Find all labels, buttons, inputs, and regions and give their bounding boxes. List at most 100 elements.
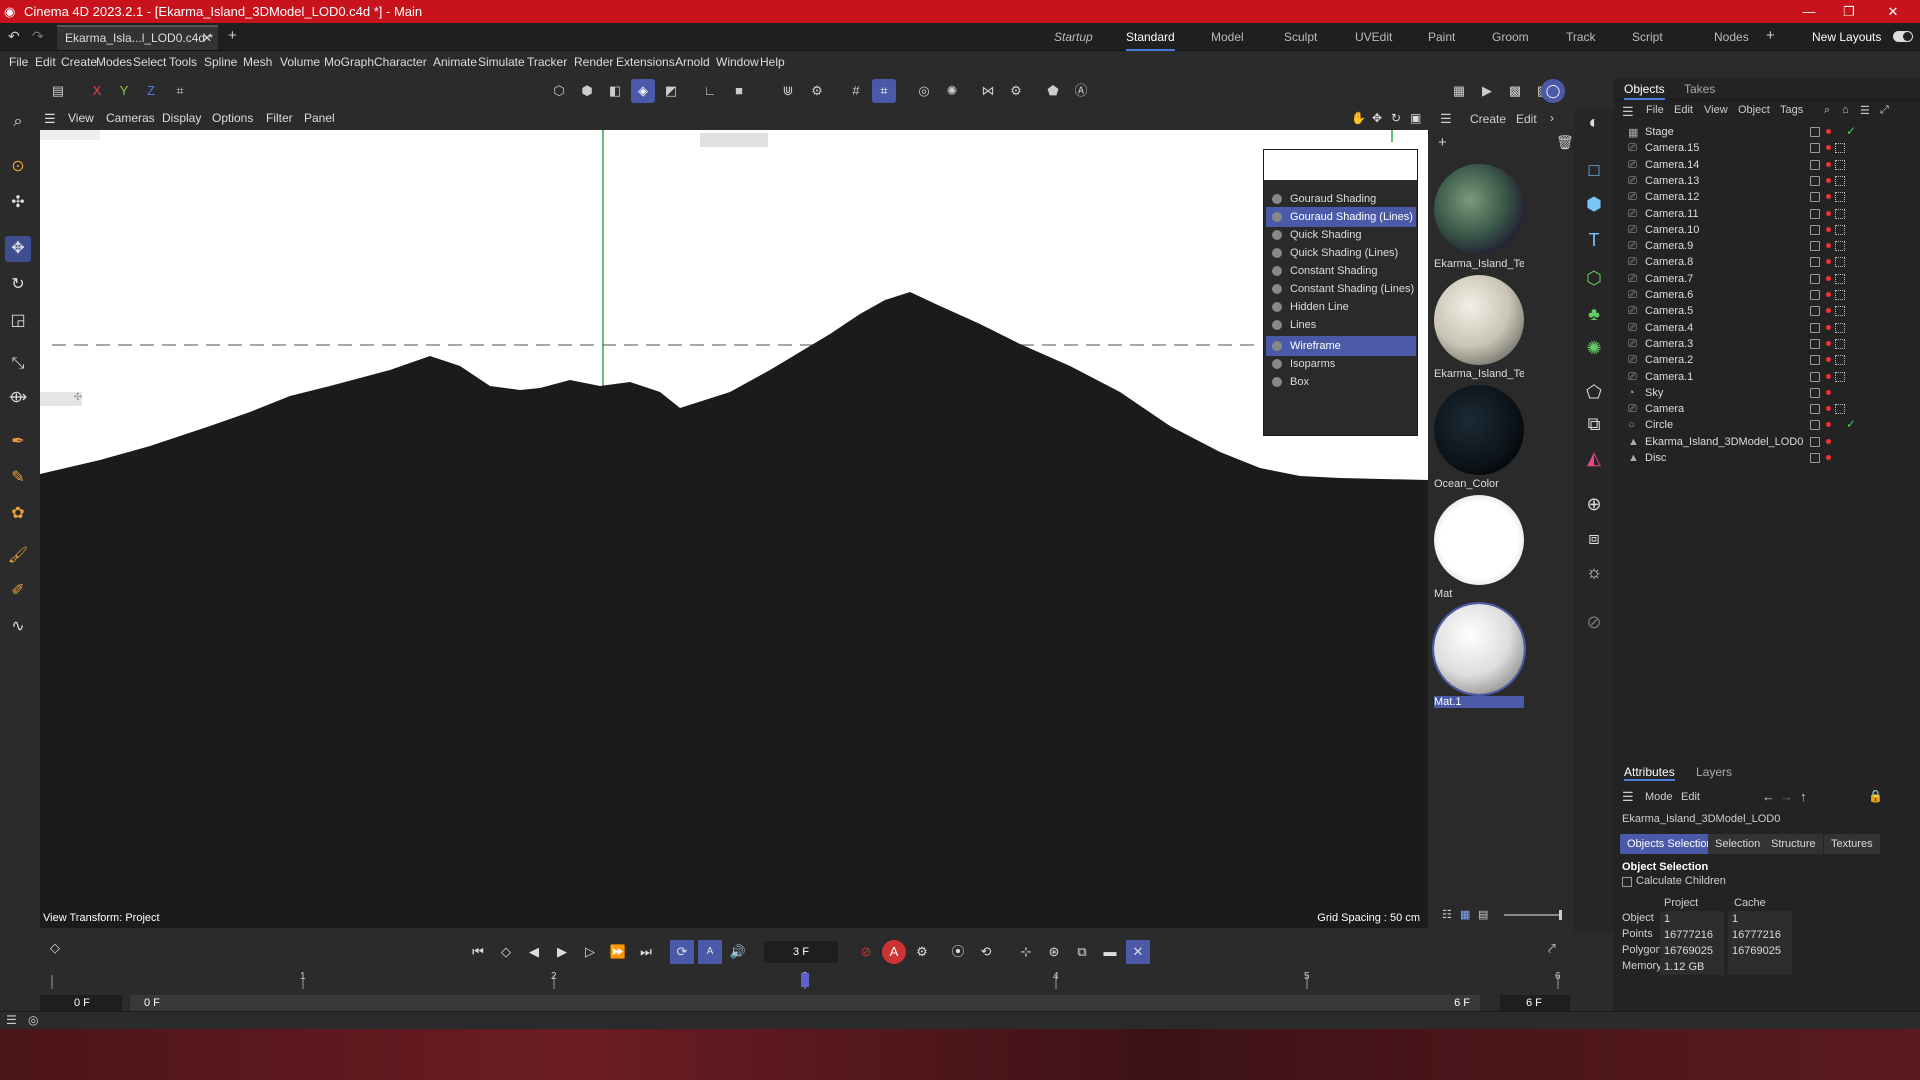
shading-option-quick-shading-lines[interactable]: Quick Shading (Lines) xyxy=(1266,243,1416,263)
axis-z-toggle[interactable]: Z xyxy=(139,79,163,103)
camera-tag-icon[interactable] xyxy=(1835,290,1845,300)
timeline-settings-icon[interactable]: ▬ xyxy=(1098,940,1122,964)
menu-arnold[interactable]: Arnold xyxy=(675,55,710,69)
undo-icon[interactable]: ↶ xyxy=(8,28,20,45)
layout-tab-model[interactable]: Model xyxy=(1211,23,1244,51)
visibility-dot-icon[interactable] xyxy=(1826,455,1831,460)
visibility-dot-icon[interactable] xyxy=(1826,324,1831,330)
material-swatch-ocean-color[interactable] xyxy=(1434,385,1524,475)
sound-icon[interactable]: 🔊 xyxy=(726,940,750,964)
menu-tools[interactable]: Tools xyxy=(169,55,197,69)
calculate-children-checkbox[interactable] xyxy=(1622,877,1632,887)
document-tab[interactable]: Ekarma_Isla...l_LOD0.c4d * ✕ xyxy=(57,25,218,50)
cube-icon[interactable]: ⬢ xyxy=(1580,190,1608,218)
visibility-dot-icon[interactable] xyxy=(1826,389,1831,395)
axis-y-toggle[interactable]: Y xyxy=(112,79,136,103)
snap-settings-icon[interactable]: ⚙ xyxy=(805,79,829,103)
edges-mode-icon[interactable]: ⬢ xyxy=(575,79,599,103)
transfer-tool-icon[interactable]: ⤡ xyxy=(5,351,31,377)
camera-tag-icon[interactable] xyxy=(1835,208,1845,219)
solo-mode-icon[interactable]: ■ xyxy=(727,79,751,103)
material-menu-edit[interactable]: Edit xyxy=(1516,112,1537,126)
layout-tab-standard[interactable]: Standard xyxy=(1126,23,1175,51)
menu-simulate[interactable]: Simulate xyxy=(478,55,525,69)
spline-rectangle-icon[interactable]: □ xyxy=(1580,156,1608,184)
material-swatch-ekarma-1[interactable] xyxy=(1434,164,1524,254)
visibility-dot-icon[interactable] xyxy=(1826,422,1831,428)
menu-edit[interactable]: Edit xyxy=(35,55,56,69)
tab-layers[interactable]: Layers xyxy=(1696,765,1732,779)
grid-view-icon[interactable]: ▦ xyxy=(1460,908,1470,921)
knife-tool-icon[interactable]: ✐ xyxy=(5,578,31,604)
shading-option-lines[interactable]: Lines xyxy=(1266,315,1416,335)
up-arrow-icon[interactable]: ↑ xyxy=(1800,789,1807,804)
shading-option-box[interactable]: Box xyxy=(1266,372,1416,392)
edit-toggle-icon[interactable] xyxy=(1810,338,1820,349)
layout-tab-startup[interactable]: Startup xyxy=(1054,23,1093,51)
viewport-widget-icon[interactable]: ✣ xyxy=(40,392,82,406)
camera-tag-icon[interactable] xyxy=(1835,404,1845,415)
attr-pill-selection[interactable]: Selection xyxy=(1708,834,1768,854)
enabled-check-icon[interactable]: ✓ xyxy=(1846,124,1856,138)
material-hamburger-icon[interactable]: ☰ xyxy=(1440,111,1452,127)
grid-snap-icon[interactable]: ⌗ xyxy=(872,79,896,103)
prev-frame-icon[interactable]: ◀ xyxy=(522,940,546,964)
visibility-dot-icon[interactable] xyxy=(1826,129,1831,134)
redo-icon[interactable]: ↷ xyxy=(32,28,44,45)
attr-hamburger-icon[interactable]: ☰ xyxy=(1622,789,1634,805)
axis-mode-icon[interactable]: ∟ xyxy=(698,79,722,103)
arnold-icon[interactable]: Ⓐ xyxy=(1069,79,1093,103)
record-icon[interactable]: ⊘ xyxy=(854,940,878,964)
new-layouts-label[interactable]: New Layouts xyxy=(1812,30,1881,44)
edit-toggle-icon[interactable] xyxy=(1810,290,1820,300)
camera-hud[interactable] xyxy=(700,133,768,147)
attr-menu-edit[interactable]: Edit xyxy=(1681,791,1700,803)
viewport-menu-display[interactable]: Display xyxy=(162,111,201,125)
interpolation-icon[interactable]: ✕ xyxy=(1126,940,1150,964)
next-key-icon[interactable]: ⏩ xyxy=(606,940,630,964)
workplane-icon[interactable]: # xyxy=(844,79,868,103)
render-settings-icon[interactable]: ✺ xyxy=(940,79,964,103)
edit-toggle-icon[interactable] xyxy=(1810,420,1820,431)
menu-modes[interactable]: Modes xyxy=(96,55,132,69)
maximize-view-icon[interactable]: ▣ xyxy=(1410,111,1421,125)
list-view-icon[interactable]: ☷ xyxy=(1442,908,1452,921)
camera-tag-icon[interactable] xyxy=(1835,338,1845,349)
model-mode-icon[interactable]: ◈ xyxy=(631,79,655,103)
visibility-dot-icon[interactable] xyxy=(1826,292,1831,297)
light-icon[interactable]: ☼ xyxy=(1580,558,1608,586)
edit-toggle-icon[interactable] xyxy=(1810,355,1820,366)
edit-toggle-icon[interactable] xyxy=(1810,127,1820,137)
layout-tab-uvedit[interactable]: UVEdit xyxy=(1355,23,1392,51)
key-rotation-icon[interactable]: ⟲ xyxy=(974,940,998,964)
visibility-dot-icon[interactable] xyxy=(1826,243,1831,249)
next-frame-icon[interactable]: ▷ xyxy=(578,940,602,964)
large-view-icon[interactable]: ▤ xyxy=(1478,908,1488,921)
soft-selection-icon[interactable]: ◎ xyxy=(912,79,936,103)
uv-mode-icon[interactable]: ◩ xyxy=(659,79,683,103)
camera-tag-icon[interactable] xyxy=(1835,224,1845,235)
visibility-dot-icon[interactable] xyxy=(1826,373,1831,379)
prev-key-icon[interactable]: ◇ xyxy=(494,940,518,964)
render-to-picture-viewer-icon[interactable]: ▶ xyxy=(1475,79,1499,103)
material-swatch-mat-1[interactable] xyxy=(1432,602,1526,696)
loop-icon[interactable]: ⟳ xyxy=(670,940,694,964)
object-home-icon[interactable]: ⌂ xyxy=(1842,104,1849,116)
axis-x-toggle[interactable]: X xyxy=(85,79,109,103)
render-view-icon[interactable]: ▦ xyxy=(1447,79,1471,103)
go-to-end-icon[interactable]: ⏭ xyxy=(634,940,658,964)
object-search-icon[interactable]: ⌕ xyxy=(1824,104,1830,117)
camera-tag-icon[interactable] xyxy=(1835,306,1845,317)
menu-select[interactable]: Select xyxy=(133,55,166,69)
shading-option-isoparms[interactable]: Isoparms xyxy=(1266,354,1416,374)
mograph-effector-icon[interactable]: ♣ xyxy=(1580,300,1608,328)
menu-create[interactable]: Create xyxy=(61,55,97,69)
key-scale-icon[interactable]: ⊹ xyxy=(1014,940,1038,964)
keyframe-icon[interactable]: ◇ xyxy=(50,940,60,956)
viewport-menu-cameras[interactable]: Cameras xyxy=(106,111,155,125)
restore-icon[interactable]: ❐ xyxy=(1826,0,1872,23)
edit-toggle-icon[interactable] xyxy=(1810,175,1820,186)
menu-extensions[interactable]: Extensions xyxy=(616,55,675,69)
menu-character[interactable]: Character xyxy=(374,55,427,69)
close-icon[interactable]: ✕ xyxy=(1870,0,1916,23)
